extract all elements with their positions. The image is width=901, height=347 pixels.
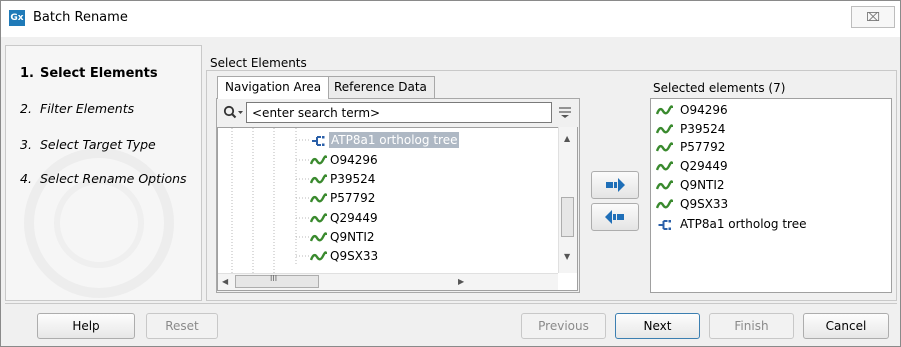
- add-to-selected-button[interactable]: [591, 171, 639, 199]
- tree-icon: [658, 219, 671, 230]
- arrow-left-icon: [605, 210, 624, 224]
- tree-item-p39524[interactable]: P39524: [310, 170, 375, 188]
- selected-item-label: Q29449: [680, 159, 728, 173]
- selected-item-q29449[interactable]: Q29449: [656, 157, 728, 175]
- selected-elements-label: Selected elements (7): [653, 81, 786, 95]
- batch-rename-dialog: Gx Batch Rename ⌧ 1. Select Elements 2. Fi…: [0, 0, 901, 347]
- sequence-icon: [310, 231, 327, 241]
- sequence-icon: [310, 192, 327, 202]
- step-label: Select Target Type: [40, 137, 156, 152]
- selected-item-label: O94296: [680, 103, 728, 117]
- tree-guide-lines: [231, 128, 310, 274]
- tree-item-label: O94296: [330, 153, 378, 167]
- tree-item-label: ATP8a1 ortholog tree: [329, 132, 460, 148]
- step-number: 3.: [20, 137, 32, 152]
- tree-item-p57792[interactable]: P57792: [310, 189, 375, 207]
- selected-item-o94296[interactable]: O94296: [656, 101, 728, 119]
- tab-reference-data[interactable]: Reference Data: [326, 76, 435, 98]
- scroll-right-arrow-icon[interactable]: ▶: [458, 277, 464, 286]
- selected-item-p39524[interactable]: P39524: [656, 120, 725, 138]
- selected-item-label: Q9NTI2: [680, 178, 725, 192]
- scroll-grip: III: [270, 274, 278, 283]
- tree-item-q29449[interactable]: Q29449: [310, 209, 378, 227]
- sequence-icon: [310, 173, 327, 183]
- scroll-left-arrow-icon[interactable]: ◀: [222, 277, 228, 286]
- step-filter-elements: 2. Filter Elements: [20, 101, 134, 116]
- sequence-icon: [656, 123, 673, 133]
- step-label: Select Rename Options: [40, 171, 187, 186]
- horizontal-scroll-thumb[interactable]: III: [235, 274, 319, 288]
- selected-item-label: P39524: [680, 122, 726, 136]
- selected-item-q9sx33[interactable]: Q9SX33: [656, 195, 728, 213]
- section-label: Select Elements: [210, 56, 307, 70]
- sequence-icon: [310, 154, 327, 164]
- step-select-rename-options: 4. Select Rename Options: [20, 171, 187, 186]
- tree-item-label: P57792: [330, 191, 376, 205]
- sequence-icon: [656, 160, 673, 170]
- sequence-icon: [656, 104, 673, 114]
- tree-item-label: Q29449: [330, 211, 378, 225]
- selected-item-label: ATP8a1 ortholog tree: [680, 217, 807, 231]
- arrow-right-icon: [606, 178, 625, 192]
- tree-item-label: P39524: [330, 172, 376, 186]
- selected-item-label: P57792: [680, 140, 726, 154]
- step-label: Select Elements: [40, 66, 158, 81]
- tree-item-q9nti2[interactable]: Q9NTI2: [310, 228, 375, 246]
- scroll-up-arrow-icon[interactable]: ▲: [564, 134, 570, 143]
- selected-item-p57792[interactable]: P57792: [656, 138, 725, 156]
- step-number: 2.: [20, 101, 32, 116]
- wizard-steps-sidebar: 1. Select Elements 2. Filter Elements 3. Se…: [5, 45, 202, 301]
- finish-button[interactable]: Finish: [709, 313, 794, 339]
- app-icon: Gx: [9, 10, 25, 26]
- footer-separator: [5, 303, 897, 304]
- tree-item-o94296[interactable]: O94296: [310, 151, 378, 169]
- vertical-scroll-thumb[interactable]: [561, 197, 574, 237]
- cancel-button[interactable]: Cancel: [803, 313, 889, 339]
- sequence-icon: [310, 250, 327, 260]
- next-button[interactable]: Next: [615, 313, 700, 339]
- selected-item-label: Q9SX33: [680, 197, 729, 211]
- tab-navigation-area[interactable]: Navigation Area: [217, 76, 330, 99]
- tree-item-atp8a1-ortholog-tree[interactable]: ATP8a1 ortholog tree: [310, 131, 460, 149]
- remove-from-selected-button[interactable]: [591, 203, 639, 231]
- navigation-tree: ATP8a1 ortholog tree O94296 P39524 P5779…: [217, 127, 578, 291]
- sequence-icon: [656, 179, 673, 189]
- sequence-icon: [656, 141, 673, 151]
- sequence-icon: [656, 198, 673, 208]
- search-input[interactable]: [246, 102, 552, 123]
- window-title: Batch Rename: [33, 10, 128, 25]
- selected-item-atp8a1-ortholog-tree[interactable]: ATP8a1 ortholog tree: [656, 215, 806, 233]
- title-bar: Gx Batch Rename ⌧: [1, 1, 900, 37]
- step-select-target-type: 3. Select Target Type: [20, 137, 156, 152]
- step-number: 1.: [20, 66, 34, 81]
- reset-button[interactable]: Reset: [146, 313, 218, 339]
- tree-item-q9sx33[interactable]: Q9SX33: [310, 247, 378, 265]
- previous-button[interactable]: Previous: [521, 313, 606, 339]
- tree-icon: [312, 135, 325, 146]
- tree-item-label: Q9NTI2: [330, 230, 375, 244]
- search-icon[interactable]: [223, 105, 245, 121]
- help-button[interactable]: Help: [37, 313, 135, 339]
- tree-item-label: Q9SX33: [330, 249, 379, 263]
- step-select-elements: 1. Select Elements: [20, 66, 158, 81]
- step-number: 4.: [20, 171, 32, 186]
- filter-options-icon[interactable]: [557, 105, 573, 119]
- close-button[interactable]: ⌧: [851, 6, 895, 28]
- scroll-down-arrow-icon[interactable]: ▼: [564, 252, 570, 261]
- selected-item-q9nti2[interactable]: Q9NTI2: [656, 176, 725, 194]
- watermark-seal-inner-icon: [54, 178, 144, 268]
- sequence-icon: [310, 212, 327, 222]
- step-label: Filter Elements: [40, 101, 135, 116]
